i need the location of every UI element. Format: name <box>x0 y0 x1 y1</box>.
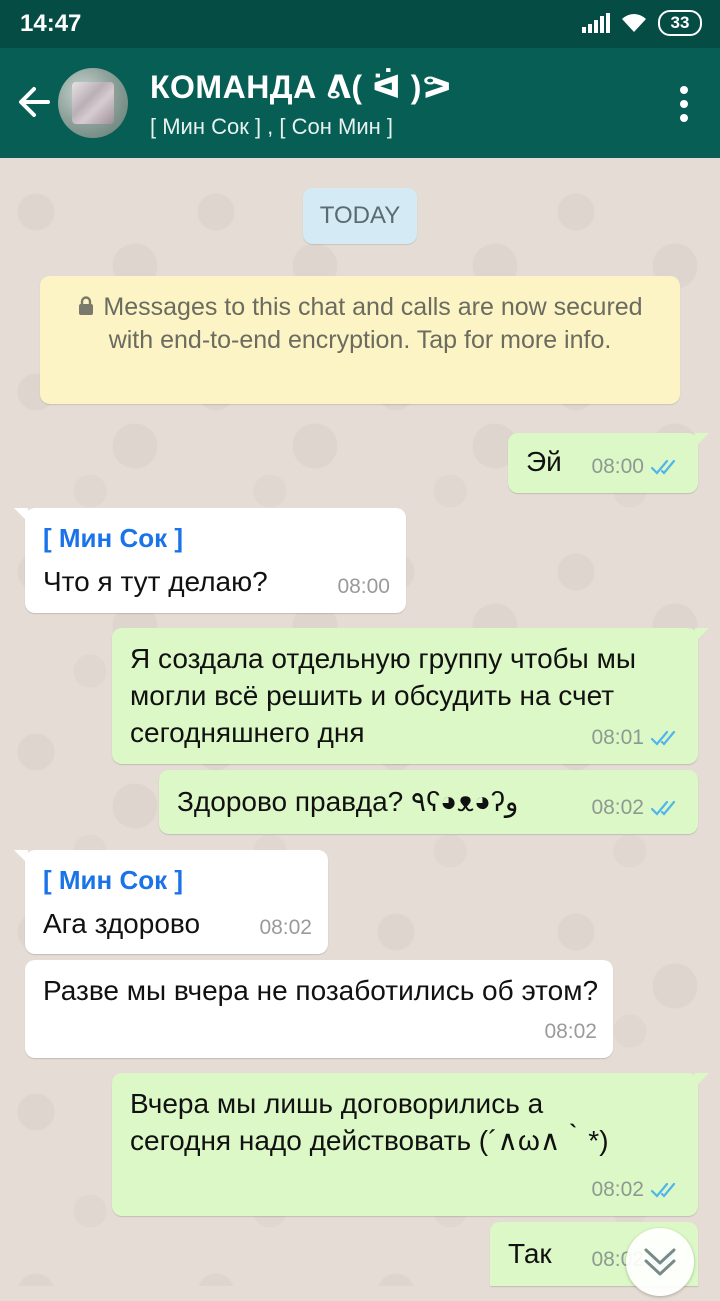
message-time: 08:00 <box>591 455 644 478</box>
message-time: 08:00 <box>337 575 390 598</box>
message-bubble[interactable]: [ Мин Сок ] Ага здорово 08:02 <box>14 850 328 954</box>
message-meta: 08:02 <box>591 1171 682 1208</box>
message-bubble[interactable]: Разве мы вчера не позаботились об этом? … <box>25 960 613 1058</box>
read-receipt-icon <box>650 730 676 746</box>
message-bubble[interactable]: Эй 08:00 <box>508 433 709 493</box>
message-text: Что я тут делаю? <box>43 566 268 597</box>
message-bubble[interactable]: Вчера мы лишь договорились а сегодня над… <box>112 1073 709 1216</box>
read-receipt-icon <box>650 1182 676 1198</box>
wifi-icon <box>622 14 646 32</box>
sender-name[interactable]: [ Мин Сок ] <box>43 862 183 899</box>
message-meta: 08:01 <box>591 719 682 756</box>
message-time: 08:02 <box>259 916 312 939</box>
chat-area[interactable]: TODAY Messages to this chat and calls ar… <box>0 158 720 1296</box>
message-text: Вчера мы лишь договорились а сегодня над… <box>130 1088 609 1156</box>
battery-icon: 33 <box>658 10 702 36</box>
message-meta: 08:00 <box>591 448 682 485</box>
message-meta: 08:02 <box>591 789 682 826</box>
message-meta: 08:02 <box>259 909 312 946</box>
message-time: 08:02 <box>591 796 644 819</box>
message-text: Разве мы вчера не позаботились об этом? <box>43 975 599 1006</box>
message-time: 08:01 <box>591 726 644 749</box>
lock-icon <box>79 296 94 315</box>
message-bubble[interactable]: [ Мин Сок ] Что я тут делаю? 08:00 <box>14 508 406 613</box>
avatar-image <box>72 82 114 124</box>
encryption-notice-text: Messages to this chat and calls are now … <box>103 293 643 354</box>
message-text: Ага здорово <box>43 908 201 939</box>
read-receipt-icon <box>650 459 676 475</box>
message-text: Эй <box>526 446 562 477</box>
message-time: 08:02 <box>544 1020 597 1043</box>
message-bubble[interactable]: Здорово правда? ٩ʕ◕ᴥ◕ʔو 08:02 <box>159 770 698 834</box>
status-time: 14:47 <box>20 10 82 37</box>
message-text: Так <box>508 1238 552 1269</box>
message-bubble[interactable]: Я создала отдельную группу чтобы мы могл… <box>112 628 709 764</box>
chat-participants[interactable]: [ Мин Сок ] , [ Сон Мин ] <box>150 114 393 140</box>
chat-title[interactable]: КОМАНДА ᕕ( ᐛ )ᕗ <box>150 68 452 106</box>
read-receipt-icon <box>650 800 676 816</box>
message-meta: 08:02 <box>544 1013 597 1050</box>
message-text: Здорово правда? ٩ʕ◕ᴥ◕ʔو <box>177 786 519 817</box>
status-icons: 33 <box>582 10 702 36</box>
sender-name[interactable]: [ Мин Сок ] <box>43 520 183 557</box>
status-bar: 14:47 33 <box>0 0 720 48</box>
message-time: 08:02 <box>591 1178 644 1201</box>
back-arrow-icon[interactable] <box>14 82 54 122</box>
signal-icon <box>582 13 610 33</box>
chat-header: КОМАНДА ᕕ( ᐛ )ᕗ [ Мин Сок ] , [ Сон Мин … <box>0 48 720 158</box>
more-options-icon[interactable] <box>678 86 690 126</box>
group-avatar[interactable] <box>58 68 128 138</box>
message-meta: 08:00 <box>337 568 390 605</box>
encryption-notice[interactable]: Messages to this chat and calls are now … <box>40 276 680 404</box>
date-chip: TODAY <box>303 188 417 244</box>
